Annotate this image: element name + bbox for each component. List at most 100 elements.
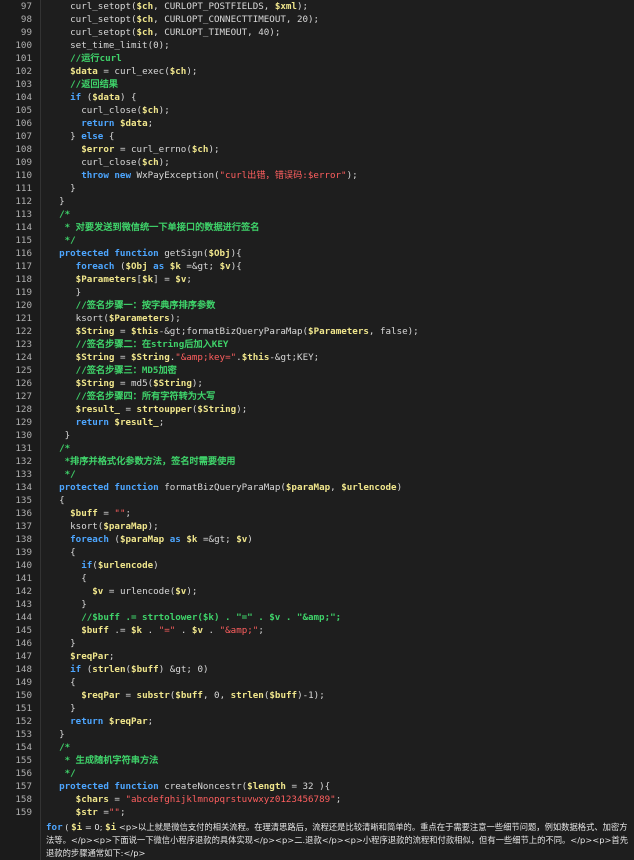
variable: $xml [274,1,297,12]
keyword: else [81,131,104,142]
line-code: $String = md5($String); [48,377,203,390]
code-text: ); [191,378,203,389]
line-number: 101 [15,53,32,64]
code-text: ; [158,417,165,428]
variable: $error [81,144,115,155]
variable: $v [92,586,104,597]
comment: /* [48,209,71,220]
code-text: ( [108,534,120,545]
line-code: { [48,546,76,559]
keyword: return [70,716,104,727]
code-text: . [175,625,192,636]
variable: $Obj [125,261,148,272]
keyword: protected function [59,248,159,259]
line-code: ksort($Parameters); [48,312,181,325]
code-text: )-1); [297,690,325,701]
line-code: /* [48,741,70,754]
code-text: } [48,287,82,298]
line-code: /* [48,442,70,455]
variable: $data [119,118,148,129]
variable: $String [75,378,115,389]
line-number: 152 [15,716,32,727]
code-text: ; [119,807,126,818]
code-text: getSign( [158,248,209,259]
code-text: curl_setopt( [48,14,137,25]
variable: $v [175,586,187,597]
code-text: , 0, [202,690,231,701]
string: "curl出错，错误码:$error" [219,170,347,181]
keyword: throw new [81,170,131,181]
line-code: return $result_; [48,416,165,429]
code-editor[interactable]: 97 curl_setopt($ch, CURLOPT_POSTFIELDS, … [0,0,634,860]
variable: $paraMap [119,534,165,545]
code-text: ); [158,105,170,116]
line-code: if($urlencode) [48,559,159,572]
line-number: 140 [15,560,32,571]
line-code: { [48,494,65,507]
code-text: ksort( [48,313,109,324]
code-text: ; [147,118,154,129]
line-code: */ [48,468,76,481]
code-text: ) [247,534,253,545]
code-text: = curl_errno( [114,144,192,155]
variable: $str [75,807,98,818]
line-number: 99 [20,27,32,38]
code-text: .= [108,625,132,636]
code-text: } [48,638,76,649]
code-text: , false); [368,326,419,337]
code-text: -&gt;KEY; [269,352,320,363]
line-code: * 生成随机字符串方法 [48,754,159,767]
line-number: 116 [15,248,32,259]
variable: $k [186,534,198,545]
code-text: ); [296,1,309,12]
code-text: = md5( [114,378,154,389]
variable: $String [197,404,237,415]
line-number: 154 [15,742,32,753]
line-number: 135 [15,495,32,506]
code-text: , [330,482,342,493]
comment: * 对要发送到微信统一下单接口的数据进行签名 [48,222,260,233]
variable: $k [169,261,181,272]
line-code: *排序并格式化参数方法，签名时需要使用 [48,455,236,468]
string: "&amp;key=" [175,352,237,363]
line-number: 156 [15,768,32,779]
line-number: 155 [15,755,32,766]
line-code: } [48,598,87,611]
line-code: } [48,702,76,715]
line-code: $Parameters[$k] = $v; [48,273,192,286]
line-number: 150 [15,690,32,701]
code-text: . [142,625,159,636]
line-code: } [48,182,76,195]
line-number: 122 [15,326,32,337]
function-name: strtoupper [136,404,192,415]
code-text: = [119,690,137,701]
code-text: } [48,729,65,740]
variable: $buff [175,690,203,701]
keyword: return [81,118,115,129]
line-code: protected function getSign($Obj){ [48,247,242,260]
variable: $v [191,625,203,636]
line-number: 124 [15,352,32,363]
line-number: 144 [15,612,32,623]
keyword: foreach [70,534,109,545]
line-number: 108 [15,144,32,155]
code-text: ( [81,92,93,103]
code-text: { [48,547,76,558]
line-number: 106 [15,118,32,129]
keyword: as [153,261,165,272]
code-text: ); [169,313,181,324]
code-text: = [114,326,132,337]
variable: $urlencode [341,482,397,493]
line-code: protected function formatBizQueryParaMap… [48,481,402,494]
comment: //签名步骤四：所有字符转为大写 [48,391,216,402]
keyword: if [70,664,82,675]
line-number: 134 [15,482,32,493]
code-text: , CURLOPT_POSTFIELDS, [153,1,275,12]
line-number: 97 [20,1,32,12]
